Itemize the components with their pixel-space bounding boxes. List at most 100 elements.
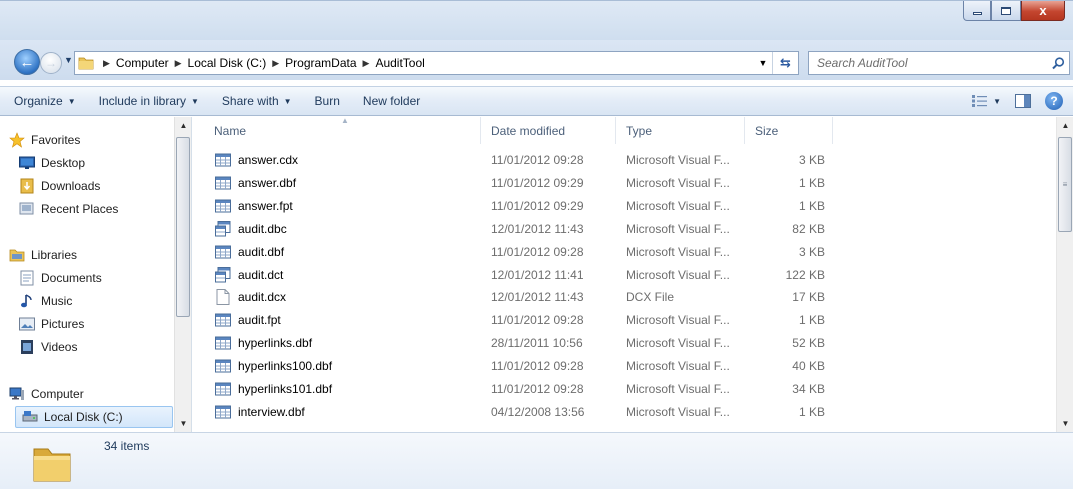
- breadcrumb-local-disk[interactable]: Local Disk (C:): [188, 56, 267, 70]
- search-icon[interactable]: [1047, 56, 1069, 70]
- database-file-icon: [214, 266, 232, 284]
- file-row[interactable]: answer.dbf 11/01/2012 09:29 Microsoft Visu…: [193, 172, 843, 194]
- file-name: hyperlinks.dbf: [238, 336, 313, 351]
- file-name-cell[interactable]: audit.dbf: [193, 241, 481, 263]
- scroll-up-icon[interactable]: ▲: [1057, 117, 1073, 134]
- file-row[interactable]: audit.fpt 11/01/2012 09:28 Microsoft Visua…: [193, 309, 843, 331]
- nav-local-disk[interactable]: Local Disk (C:): [15, 406, 173, 428]
- nav-label: Documents: [41, 271, 102, 285]
- change-view-button[interactable]: ▼: [972, 91, 1001, 111]
- column-header-date[interactable]: Date modified: [481, 117, 616, 144]
- file-size-cell: 1 KB: [798, 198, 825, 213]
- scroll-up-icon[interactable]: ▲: [175, 117, 191, 134]
- minimize-button[interactable]: [963, 1, 991, 21]
- burn-button[interactable]: Burn: [315, 94, 340, 108]
- nav-desktop[interactable]: Desktop: [18, 152, 85, 174]
- breadcrumb-separator-icon[interactable]: ▶: [363, 58, 370, 69]
- address-bar[interactable]: ▶ Computer ▶ Local Disk (C:) ▶ ProgramDa…: [74, 51, 799, 75]
- file-name-cell[interactable]: hyperlinks101.dbf: [193, 378, 481, 400]
- help-icon[interactable]: ?: [1045, 92, 1063, 110]
- file-row[interactable]: hyperlinks100.dbf 11/01/2012 09:28 Microso…: [193, 355, 843, 377]
- view-controls: ▼ ?: [958, 91, 1063, 111]
- date-modified-cell: 04/12/2008 13:56: [491, 404, 585, 419]
- file-name-cell[interactable]: hyperlinks100.dbf: [193, 355, 481, 377]
- breadcrumb-programdata[interactable]: ProgramData: [285, 56, 356, 70]
- file-size-cell: 3 KB: [798, 244, 825, 259]
- file-list-scrollbar[interactable]: ▲ ≡ ▼: [1056, 117, 1073, 432]
- nav-pictures[interactable]: Pictures: [18, 313, 84, 335]
- breadcrumb-computer[interactable]: Computer: [116, 56, 169, 70]
- nav-music[interactable]: Music: [18, 290, 72, 312]
- file-size-cell: 52 KB: [792, 336, 825, 351]
- file-row[interactable]: audit.dct 12/01/2012 11:41 Microsoft Visua…: [193, 264, 843, 286]
- include-in-library-menu[interactable]: Include in library ▼: [99, 94, 199, 108]
- file-row[interactable]: audit.dbf 11/01/2012 09:28 Microsoft Visua…: [193, 241, 843, 263]
- navigation-scrollbar[interactable]: ▲ ▼: [174, 117, 191, 432]
- address-row: ← → ▼ ▶ Computer ▶ Local Disk (C:) ▶ Pro…: [0, 40, 1073, 80]
- nav-computer[interactable]: Computer: [8, 383, 84, 405]
- breadcrumb-separator-icon[interactable]: ▶: [272, 58, 279, 69]
- file-name-cell[interactable]: answer.cdx: [193, 149, 481, 171]
- file-type-cell: Microsoft Visual F...: [626, 313, 730, 328]
- close-button[interactable]: x: [1021, 1, 1065, 21]
- file-size-cell: 3 KB: [798, 153, 825, 167]
- preview-pane-button[interactable]: [1015, 91, 1031, 111]
- date-modified-cell: 11/01/2012 09:29: [491, 198, 584, 213]
- search-input[interactable]: [817, 56, 1047, 70]
- refresh-button[interactable]: ⇆: [772, 52, 798, 74]
- address-history-dropdown[interactable]: ▼: [754, 58, 772, 68]
- nav-favorites[interactable]: Favorites: [8, 129, 80, 151]
- nav-downloads[interactable]: Downloads: [18, 175, 100, 197]
- title-bar[interactable]: x: [0, 0, 1073, 40]
- file-name-cell[interactable]: hyperlinks.dbf: [193, 332, 481, 354]
- nav-videos[interactable]: Videos: [18, 336, 77, 358]
- file-name: audit.dct: [238, 267, 284, 282]
- breadcrumb-separator-icon[interactable]: ▶: [175, 58, 182, 69]
- videos-icon: [18, 338, 36, 356]
- nav-recent-places[interactable]: Recent Places: [18, 198, 118, 220]
- file-name-cell[interactable]: answer.fpt: [193, 195, 481, 217]
- file-name: audit.dcx: [238, 290, 287, 305]
- file-name: audit.dbf: [238, 244, 285, 259]
- scrollbar-thumb[interactable]: [176, 137, 190, 317]
- forward-button[interactable]: →: [40, 52, 62, 74]
- recent-pages-dropdown[interactable]: ▼: [64, 55, 73, 65]
- back-button[interactable]: ←: [14, 49, 40, 75]
- scroll-down-icon[interactable]: ▼: [175, 415, 191, 432]
- file-name-cell[interactable]: audit.dcx: [193, 286, 481, 308]
- organize-menu[interactable]: Organize ▼: [14, 94, 76, 108]
- date-modified-cell: 12/01/2012 11:43: [491, 221, 584, 236]
- file-name: audit.dbc: [238, 221, 287, 236]
- nav-libraries[interactable]: Libraries: [8, 244, 77, 266]
- file-size-cell: 34 KB: [792, 382, 825, 396]
- column-header-type[interactable]: Type: [616, 117, 745, 144]
- file-row[interactable]: hyperlinks.dbf 28/11/2011 10:56 Microsoft …: [193, 332, 843, 354]
- file-name: answer.dbf: [238, 175, 297, 190]
- file-row[interactable]: audit.dbc 12/01/2012 11:43 Microsoft Visua…: [193, 218, 843, 240]
- nav-documents[interactable]: Documents: [18, 267, 102, 289]
- date-modified-cell: 11/01/2012 09:28: [491, 313, 584, 328]
- scroll-down-icon[interactable]: ▼: [1057, 415, 1073, 432]
- search-box[interactable]: [808, 51, 1070, 75]
- new-folder-button[interactable]: New folder: [363, 94, 420, 108]
- breadcrumb-audittool[interactable]: AuditTool: [375, 56, 424, 70]
- explorer-window: x ← → ▼ ▶ Computer ▶ Local Disk (C:) ▶ P…: [0, 0, 1073, 489]
- file-row[interactable]: interview.dbf 04/12/2008 13:56 Microsoft V…: [193, 401, 843, 423]
- file-row[interactable]: answer.fpt 11/01/2012 09:29 Microsoft Visu…: [193, 195, 843, 217]
- file-name-cell[interactable]: answer.dbf: [193, 172, 481, 194]
- file-name-cell[interactable]: audit.fpt: [193, 309, 481, 331]
- breadcrumb-separator-icon[interactable]: ▶: [103, 58, 110, 69]
- file-row[interactable]: audit.dcx 12/01/2012 11:43 DCX File 17 KB: [193, 286, 843, 308]
- forward-arrow-icon: →: [45, 56, 57, 70]
- share-with-menu[interactable]: Share with ▼: [222, 94, 292, 108]
- libraries-icon: [8, 246, 26, 264]
- file-row[interactable]: answer.cdx 11/01/2012 09:28 Microsoft Visu…: [193, 149, 843, 171]
- file-name-cell[interactable]: interview.dbf: [193, 401, 481, 423]
- column-header-name[interactable]: Name ▲: [193, 117, 481, 144]
- column-header-size[interactable]: Size: [745, 117, 833, 144]
- file-row[interactable]: hyperlinks101.dbf 11/01/2012 09:28 Microso…: [193, 378, 843, 400]
- maximize-button[interactable]: [991, 1, 1021, 21]
- scrollbar-thumb[interactable]: ≡: [1058, 137, 1072, 232]
- file-name-cell[interactable]: audit.dct: [193, 264, 481, 286]
- file-name-cell[interactable]: audit.dbc: [193, 218, 481, 240]
